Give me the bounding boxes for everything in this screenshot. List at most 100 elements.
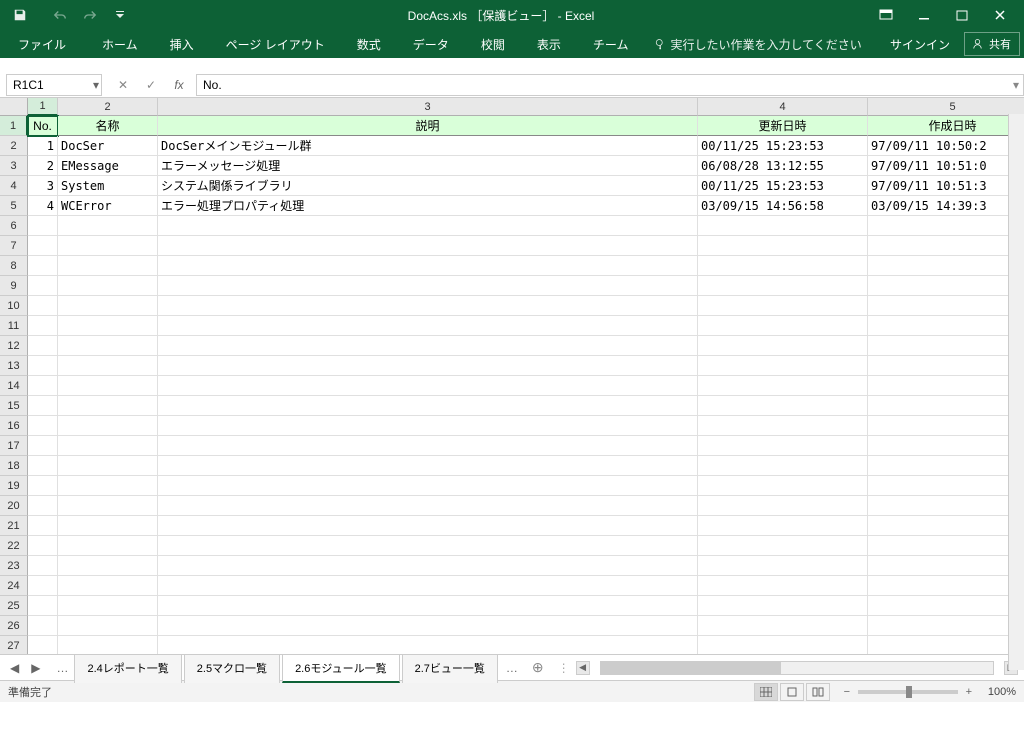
empty-cell[interactable] (58, 536, 158, 556)
header-cell[interactable]: 更新日時 (698, 116, 868, 136)
empty-cell[interactable] (28, 216, 58, 236)
empty-cell[interactable] (58, 296, 158, 316)
horizontal-scrollbar[interactable] (600, 661, 994, 675)
empty-cell[interactable] (58, 416, 158, 436)
zoom-out-button[interactable]: − (840, 686, 854, 698)
row-header[interactable]: 20 (0, 496, 28, 516)
empty-cell[interactable] (28, 636, 58, 654)
header-cell[interactable]: No. (28, 116, 58, 136)
row-header[interactable]: 21 (0, 516, 28, 536)
row-header[interactable]: 26 (0, 616, 28, 636)
tab-pagelayout[interactable]: ページ レイアウト (212, 32, 339, 57)
empty-cell[interactable] (58, 336, 158, 356)
tab-view[interactable]: 表示 (523, 32, 575, 57)
data-cell[interactable]: 1 (28, 136, 58, 156)
empty-cell[interactable] (58, 576, 158, 596)
view-normal-button[interactable] (754, 683, 778, 701)
data-cell[interactable]: 97/09/11 10:51:3 (868, 176, 1024, 196)
empty-cell[interactable] (28, 336, 58, 356)
empty-cell[interactable] (698, 276, 868, 296)
empty-cell[interactable] (28, 396, 58, 416)
empty-cell[interactable] (868, 416, 1024, 436)
empty-cell[interactable] (158, 476, 698, 496)
vertical-scrollbar[interactable] (1008, 114, 1024, 670)
empty-cell[interactable] (28, 236, 58, 256)
maximize-button[interactable] (944, 3, 980, 27)
name-box[interactable]: R1C1 ▾ (6, 74, 102, 96)
empty-cell[interactable] (868, 556, 1024, 576)
empty-cell[interactable] (158, 516, 698, 536)
empty-cell[interactable] (28, 556, 58, 576)
data-cell[interactable]: 3 (28, 176, 58, 196)
empty-cell[interactable] (698, 436, 868, 456)
data-cell[interactable]: EMessage (58, 156, 158, 176)
empty-cell[interactable] (158, 416, 698, 436)
data-cell[interactable]: DocSerメインモジュール群 (158, 136, 698, 156)
row-header[interactable]: 18 (0, 456, 28, 476)
empty-cell[interactable] (158, 236, 698, 256)
empty-cell[interactable] (698, 476, 868, 496)
tab-data[interactable]: データ (399, 32, 463, 57)
row-header[interactable]: 15 (0, 396, 28, 416)
column-header[interactable]: 2 (58, 98, 158, 116)
row-header[interactable]: 6 (0, 216, 28, 236)
data-cell[interactable]: DocSer (58, 136, 158, 156)
empty-cell[interactable] (868, 436, 1024, 456)
data-cell[interactable]: 97/09/11 10:51:0 (868, 156, 1024, 176)
empty-cell[interactable] (158, 316, 698, 336)
empty-cell[interactable] (58, 616, 158, 636)
data-cell[interactable]: 2 (28, 156, 58, 176)
empty-cell[interactable] (58, 376, 158, 396)
new-sheet-button[interactable]: ⊕ (524, 654, 552, 681)
row-header[interactable]: 7 (0, 236, 28, 256)
empty-cell[interactable] (868, 216, 1024, 236)
empty-cell[interactable] (868, 376, 1024, 396)
empty-cell[interactable] (58, 236, 158, 256)
empty-cell[interactable] (868, 576, 1024, 596)
empty-cell[interactable] (698, 356, 868, 376)
tab-nav-next[interactable]: ▶ (27, 659, 44, 677)
empty-cell[interactable] (158, 596, 698, 616)
empty-cell[interactable] (158, 396, 698, 416)
column-header[interactable]: 3 (158, 98, 698, 116)
empty-cell[interactable] (158, 556, 698, 576)
data-cell[interactable]: エラーメッセージ処理 (158, 156, 698, 176)
empty-cell[interactable] (28, 596, 58, 616)
empty-cell[interactable] (158, 496, 698, 516)
empty-cell[interactable] (698, 236, 868, 256)
empty-cell[interactable] (28, 296, 58, 316)
empty-cell[interactable] (698, 376, 868, 396)
empty-cell[interactable] (58, 516, 158, 536)
empty-cell[interactable] (58, 356, 158, 376)
empty-cell[interactable] (868, 536, 1024, 556)
empty-cell[interactable] (698, 256, 868, 276)
row-header[interactable]: 3 (0, 156, 28, 176)
empty-cell[interactable] (28, 576, 58, 596)
empty-cell[interactable] (868, 496, 1024, 516)
empty-cell[interactable] (698, 216, 868, 236)
header-cell[interactable]: 説明 (158, 116, 698, 136)
empty-cell[interactable] (698, 576, 868, 596)
empty-cell[interactable] (28, 616, 58, 636)
empty-cell[interactable] (698, 556, 868, 576)
empty-cell[interactable] (158, 276, 698, 296)
empty-cell[interactable] (698, 616, 868, 636)
row-header[interactable]: 24 (0, 576, 28, 596)
data-cell[interactable]: システム関係ライブラリ (158, 176, 698, 196)
empty-cell[interactable] (58, 636, 158, 654)
empty-cell[interactable] (58, 316, 158, 336)
empty-cell[interactable] (868, 396, 1024, 416)
empty-cell[interactable] (868, 276, 1024, 296)
sheet-tab[interactable]: 2.7ビュー一覧 (402, 654, 498, 683)
close-button[interactable] (982, 3, 1018, 27)
row-header[interactable]: 1 (0, 116, 28, 136)
empty-cell[interactable] (868, 636, 1024, 654)
data-cell[interactable]: 06/08/28 13:12:55 (698, 156, 868, 176)
tab-insert[interactable]: 挿入 (156, 32, 208, 57)
redo-button[interactable] (76, 3, 104, 27)
undo-button[interactable] (46, 3, 74, 27)
tab-formulas[interactable]: 数式 (343, 32, 395, 57)
column-header[interactable]: 1 (28, 98, 58, 116)
empty-cell[interactable] (868, 236, 1024, 256)
row-header[interactable]: 19 (0, 476, 28, 496)
